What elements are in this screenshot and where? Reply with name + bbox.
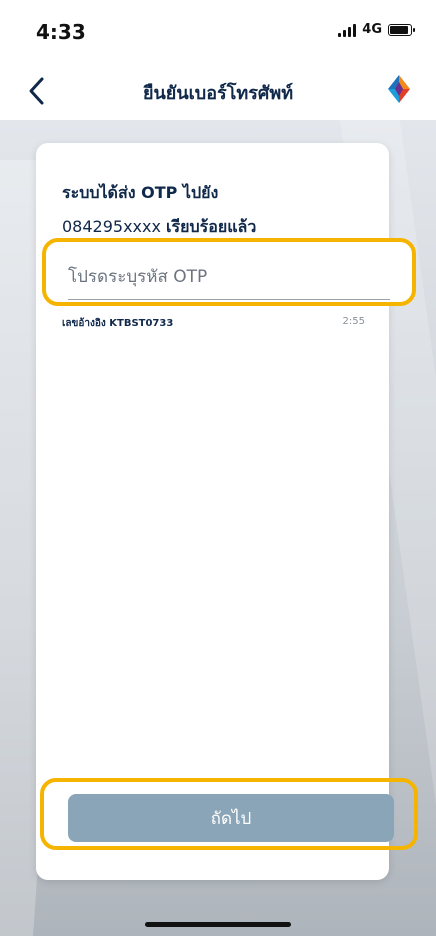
masked-phone-number: 084295xxxx bbox=[62, 217, 161, 236]
navigation-bar: ยืนยันเบอร์โทรศัพท์ bbox=[0, 62, 436, 120]
home-indicator[interactable] bbox=[145, 922, 291, 927]
otp-sent-phone-line: 084295xxxx เรียบร้อยแล้ว bbox=[62, 215, 256, 240]
signal-icon bbox=[338, 23, 357, 37]
page-title: ยืนยันเบอร์โทรศัพท์ bbox=[142, 83, 294, 104]
status-indicators: 4G bbox=[338, 22, 415, 37]
network-type: 4G bbox=[362, 22, 382, 37]
otp-input-highlight bbox=[42, 238, 416, 306]
otp-input[interactable] bbox=[68, 260, 390, 300]
phone-screen: 4:33 4G ยืนยันเบอร์โทรศัพท์ ระบบได้ส่ง O… bbox=[0, 0, 436, 936]
status-time: 4:33 bbox=[36, 20, 86, 44]
otp-countdown: 2:55 bbox=[342, 316, 365, 327]
bank-logo-icon bbox=[384, 74, 414, 104]
otp-card: ระบบได้ส่ง OTP ไปยัง 084295xxxx เรียบร้อ… bbox=[36, 143, 418, 880]
next-button[interactable]: ถัดไป bbox=[68, 794, 394, 842]
next-button-highlight: ถัดไป bbox=[40, 778, 418, 850]
otp-sent-message: ระบบได้ส่ง OTP ไปยัง bbox=[62, 183, 219, 202]
status-bar: 4:33 4G bbox=[0, 0, 436, 62]
battery-icon bbox=[388, 23, 415, 36]
otp-reference: เลขอ้างอิง KTBST0733 bbox=[62, 318, 174, 329]
sent-confirmation: เรียบร้อยแล้ว bbox=[166, 217, 257, 236]
